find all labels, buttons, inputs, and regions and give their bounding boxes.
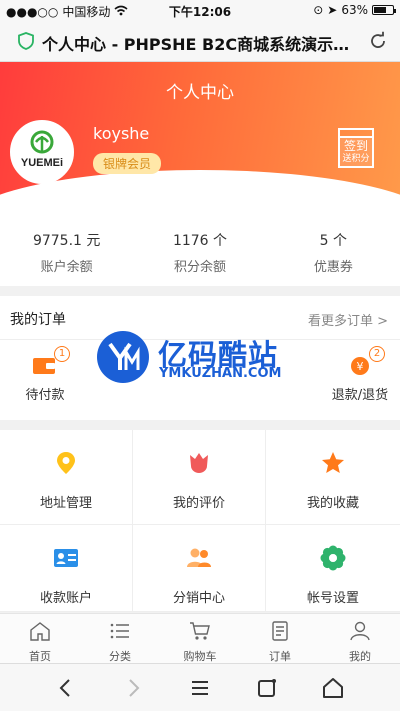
order-status-refund[interactable]: ¥ 2 退款/退货: [315, 346, 400, 403]
refund-icon: ¥ 2: [347, 346, 385, 376]
svg-text:¥: ¥: [357, 360, 364, 373]
user-icon: [350, 621, 370, 641]
id-card-icon: [54, 549, 78, 567]
tab-category[interactable]: 分类: [80, 614, 160, 663]
tab-cart[interactable]: 购物车: [160, 614, 240, 663]
status-bar: ●●●○○ 中国移动 下午12:06 ⊙ ➤ 63%: [0, 0, 400, 20]
menu-item-address[interactable]: 地址管理: [0, 430, 133, 525]
menu-item-label: 地址管理: [39, 496, 92, 511]
tab-label: 购物车: [183, 650, 217, 663]
menu-item-label: 收款账户: [39, 591, 92, 606]
order-status-label: 待付款: [25, 388, 65, 403]
stat-points[interactable]: 1176 个 积分余额: [133, 210, 266, 286]
tab-mine[interactable]: 我的: [320, 614, 400, 663]
member-level-badge: 银牌会员: [93, 153, 162, 174]
home-page-icon[interactable]: [321, 676, 345, 700]
battery-percent: 63%: [341, 3, 368, 17]
avatar[interactable]: YUEMEi: [10, 120, 74, 184]
tab-label: 订单: [269, 650, 291, 663]
shield-icon: [18, 32, 34, 50]
view-more-orders-link[interactable]: 看更多订单 >: [308, 310, 388, 329]
battery-icon: [372, 5, 396, 15]
browser-nav-bar: [0, 663, 400, 711]
checkin-sub-label: 送积分: [342, 154, 370, 164]
menu-item-payee-account[interactable]: 收款账户: [0, 525, 133, 612]
cart-icon: [190, 622, 210, 640]
stat-label: 积分余额: [173, 260, 226, 275]
bottom-tab-bar: 首页 分类 购物车 订单 我的: [0, 613, 400, 663]
menu-item-label: 我的收藏: [306, 496, 359, 511]
menu-item-label: 我的评价: [172, 496, 225, 511]
location-icon: [57, 452, 75, 474]
order-count-badge: 2: [369, 346, 385, 362]
orders-title: 我的订单: [10, 312, 66, 328]
menu-icon[interactable]: [188, 676, 212, 700]
browser-page-title[interactable]: 个人中心 - PHPSHE B2C商城系统演示站 - P...: [42, 31, 364, 55]
stat-coupons[interactable]: 5 个 优惠券: [267, 210, 400, 286]
star-icon: [322, 452, 344, 473]
svg-text:YUEMEi: YUEMEi: [21, 157, 63, 169]
tab-label: 分类: [109, 650, 131, 663]
list-icon: [110, 623, 129, 639]
account-stats: 9775.1 元 账户余额 1176 个 积分余额 5 个 优惠券: [0, 210, 400, 286]
browser-address-bar[interactable]: 个人中心 - PHPSHE B2C商城系统演示站 - P...: [0, 20, 400, 62]
lock-rotation-icon: ⊙: [313, 3, 324, 17]
home-icon: [30, 622, 50, 641]
watermark-en-text: YMKUZHAN.COM: [159, 366, 282, 381]
order-status-pending-payment[interactable]: 1 待付款: [0, 346, 90, 403]
order-count-badge: 1: [54, 346, 70, 362]
tabs-icon[interactable]: [255, 676, 279, 700]
watermark: 亿码酷站 YMKUZHAN.COM: [96, 330, 306, 384]
back-icon[interactable]: [54, 676, 78, 700]
order-status-label: 退款/退货: [331, 388, 389, 403]
tab-label: 首页: [29, 650, 51, 663]
menu-item-favorites[interactable]: 我的收藏: [266, 430, 400, 525]
forward-icon[interactable]: [121, 676, 145, 700]
flower-icon: [190, 453, 208, 473]
wallet-icon: 1: [32, 346, 70, 376]
feature-grid: 地址管理 我的评价 我的收藏 收款账户 分销中心 帐号设置: [0, 430, 400, 612]
gear-icon: [320, 545, 346, 571]
username: koyshe: [93, 124, 150, 143]
menu-item-reviews[interactable]: 我的评价: [133, 430, 266, 525]
stat-label: 优惠券: [313, 260, 353, 275]
profile-header: 个人中心 YUEMEi koyshe 银牌会员 签到 送积分: [0, 62, 400, 210]
users-icon: [187, 548, 211, 567]
stat-label: 账户余额: [40, 260, 93, 275]
tab-label: 我的: [349, 650, 371, 663]
menu-item-label: 帐号设置: [306, 591, 359, 606]
stat-balance[interactable]: 9775.1 元 账户余额: [0, 210, 133, 286]
location-arrow-icon: ➤: [327, 3, 338, 17]
page-title: 个人中心: [166, 83, 234, 103]
checkin-button[interactable]: 签到 送积分: [338, 128, 374, 168]
stat-value: 1176 个: [172, 233, 228, 249]
stat-value: 5 个: [319, 233, 347, 249]
calendar-icon: [338, 128, 374, 136]
tab-home[interactable]: 首页: [0, 614, 80, 663]
menu-item-distribution-center[interactable]: 分销中心: [133, 525, 266, 612]
reload-icon[interactable]: [368, 31, 388, 51]
watermark-logo-icon: [97, 331, 149, 383]
order-icon: [272, 621, 288, 641]
checkin-label: 签到: [343, 139, 368, 153]
tab-orders[interactable]: 订单: [240, 614, 320, 663]
avatar-logo-icon: YUEMEi: [21, 130, 63, 169]
menu-item-label: 分销中心: [172, 591, 225, 606]
menu-item-account-settings[interactable]: 帐号设置: [266, 525, 400, 612]
stat-value: 9775.1 元: [32, 233, 101, 249]
